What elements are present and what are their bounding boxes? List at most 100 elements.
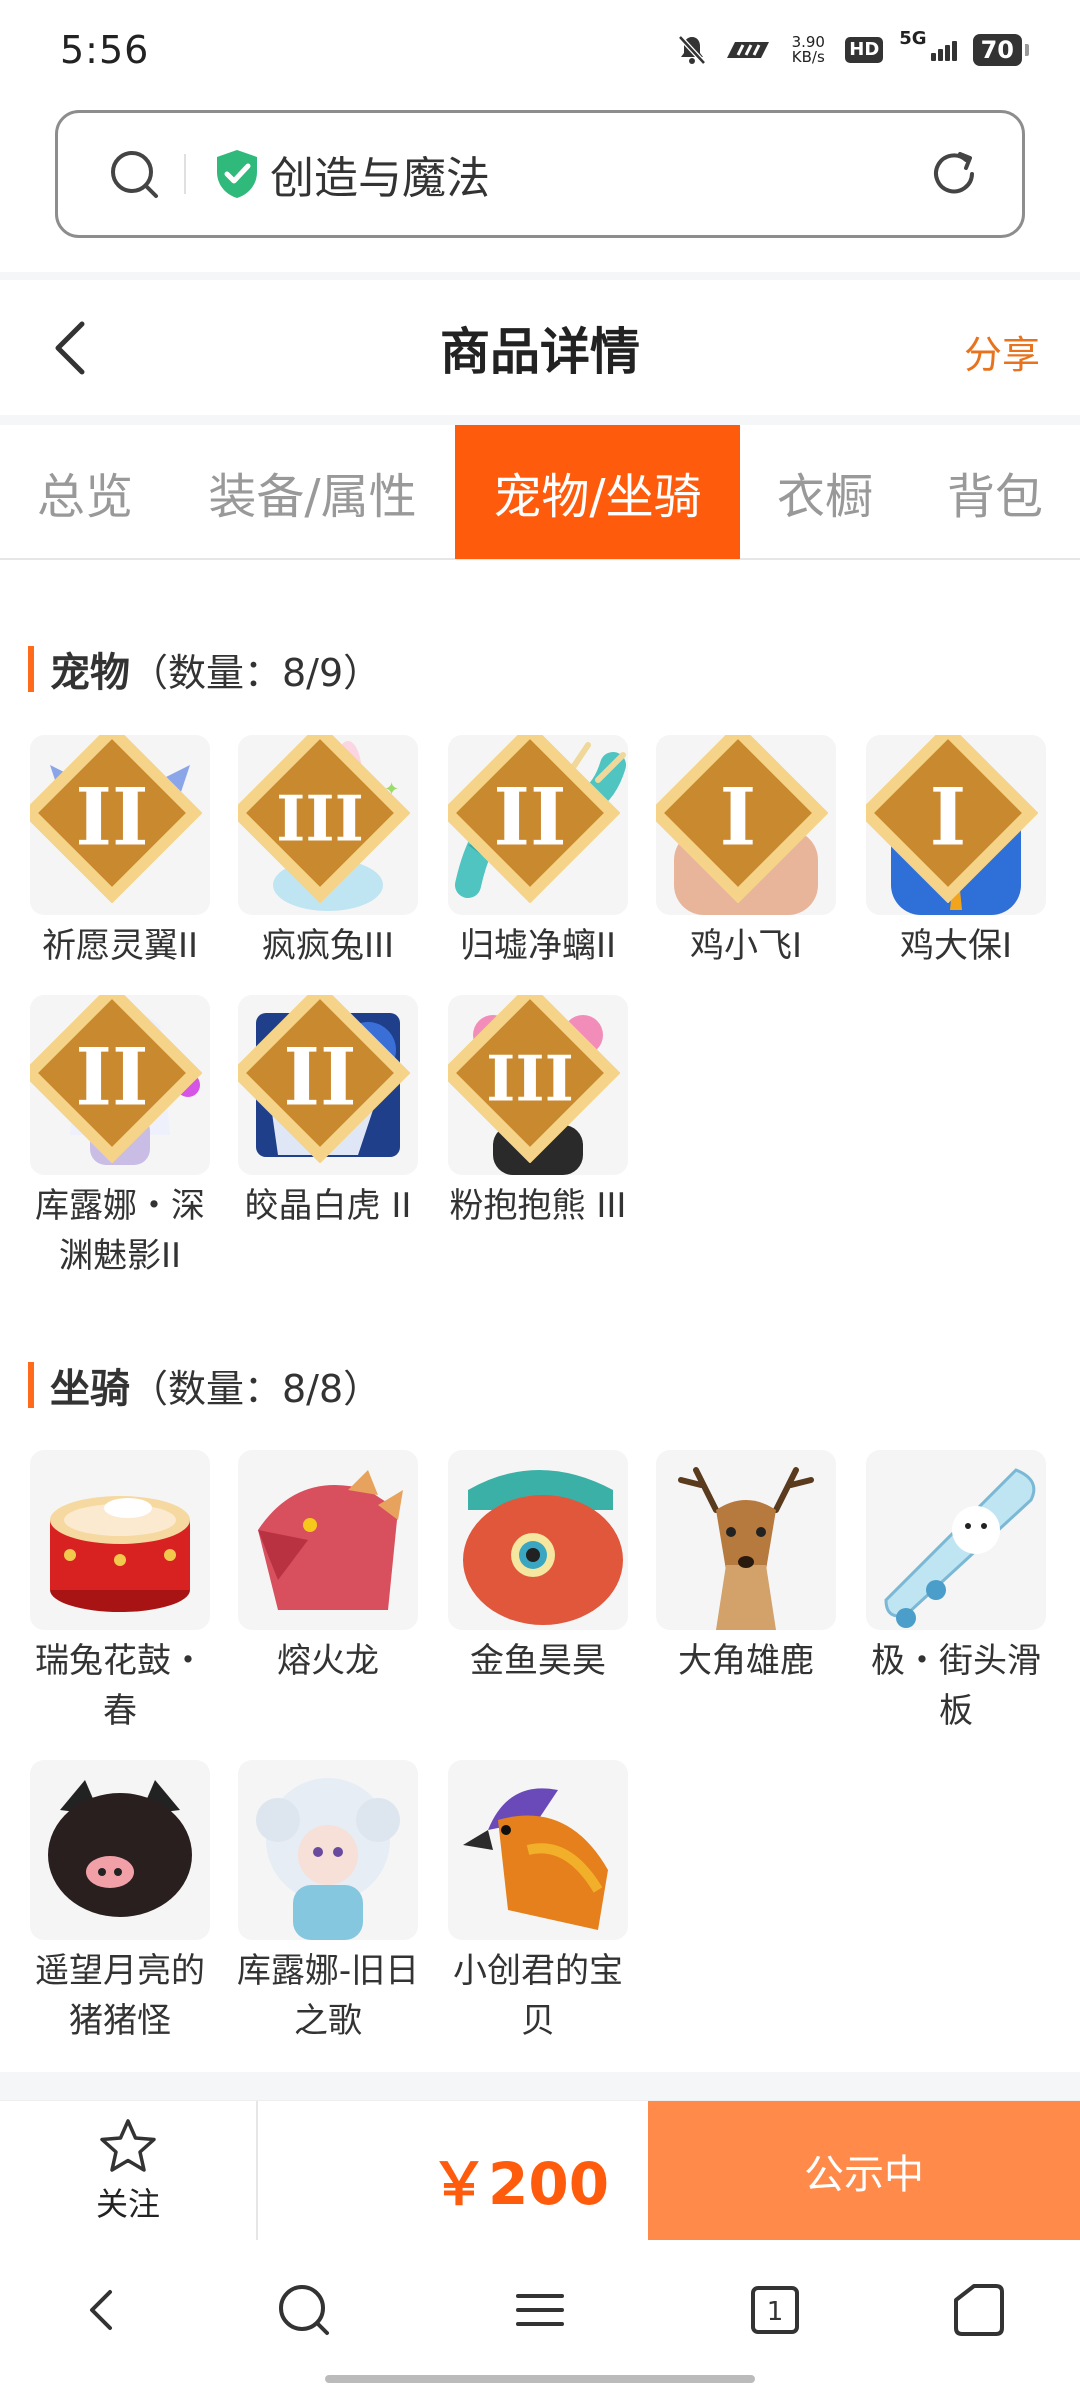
divider: [0, 415, 1080, 425]
item-name: 粉抱抱熊 III: [449, 1186, 627, 1226]
item-name: 鸡小飞I: [689, 926, 803, 966]
pet-item[interactable]: II 皎晶白虎 II: [223, 995, 433, 1231]
network-type: 5G: [899, 27, 927, 49]
pet-item[interactable]: I 鸡小飞I: [641, 735, 851, 971]
status-icons: 3.90 KB/s HD 5G 70: [677, 28, 1030, 66]
tab-wardrobe[interactable]: 衣橱: [740, 425, 910, 559]
tab-label: 宠物/坐骑: [493, 469, 702, 525]
pet-item[interactable]: II 归墟净螭II: [433, 735, 643, 971]
pet-item[interactable]: ✦ ✦ III 疯疯兔III: [223, 735, 433, 971]
shield-check-icon: [217, 150, 257, 198]
mount-item[interactable]: 极・街头滑板: [851, 1450, 1061, 1736]
back-icon[interactable]: [72, 2280, 132, 2340]
mount-item[interactable]: 瑞兔花鼓・春: [15, 1450, 225, 1736]
section-accent-bar: [28, 646, 34, 692]
mount-item[interactable]: 遥望月亮的猪猪怪: [15, 1760, 225, 2046]
mute-icon: [678, 35, 707, 65]
pet-item[interactable]: II 祈愿灵翼II: [15, 735, 225, 971]
hd-badge: HD: [845, 37, 884, 63]
network-speed: 3.90 KB/s: [787, 35, 829, 65]
item-name: 极・街头滑板: [871, 1641, 1041, 1731]
item-name: 熔火龙: [277, 1641, 379, 1681]
griffin-icon: II: [30, 735, 210, 915]
dragon-icon: II: [448, 735, 628, 915]
tiger-icon: II: [238, 995, 418, 1175]
item-name: 瑞兔花鼓・春: [35, 1641, 205, 1731]
follow-button[interactable]: 关注: [0, 2101, 258, 2241]
svg-text:III: III: [276, 781, 364, 855]
item-name: 鸡大保I: [899, 926, 1013, 966]
cell-signal-icon: 5G: [899, 28, 957, 61]
mount-item[interactable]: 金鱼昊昊: [433, 1450, 643, 1686]
page-header: 商品详情 分享: [0, 280, 1080, 415]
tab-label: 背包: [946, 469, 1043, 525]
blue-chick-icon: I: [656, 735, 836, 915]
page-title: 商品详情: [440, 322, 640, 381]
status-time: 5:56: [60, 28, 150, 72]
svg-text:III: III: [486, 1041, 574, 1115]
pet-item[interactable]: II 库露娜・深渊魅影II: [15, 995, 225, 1281]
tab-pets-mounts[interactable]: 宠物/坐骑: [455, 425, 740, 559]
tab-backpack[interactable]: 背包: [910, 425, 1080, 559]
section-name: 坐骑: [50, 1366, 130, 1412]
mount-item[interactable]: 库露娜-旧日之歌: [223, 1760, 433, 2046]
item-name: 遥望月亮的猪猪怪: [35, 1951, 205, 2041]
deer-icon: [656, 1450, 836, 1630]
pets-section-title: 宠物 （数量：8/9）: [28, 640, 381, 698]
rank-badge-icon: II: [238, 995, 410, 1163]
status-bar: 5:56 3.90 KB/s HD 5G 70: [0, 0, 1080, 100]
back-arrow-icon[interactable]: [50, 318, 90, 378]
search-icon[interactable]: [274, 2280, 334, 2340]
section-count: （数量：8/9）: [130, 650, 382, 695]
svg-text:I: I: [930, 772, 967, 863]
section-count: （数量：8/8）: [130, 1366, 382, 1411]
svg-text:II: II: [283, 1032, 356, 1123]
rank-badge-icon: II: [448, 735, 620, 903]
pet-item[interactable]: III 粉抱抱熊 III: [433, 995, 643, 1231]
svg-text:II: II: [75, 772, 148, 863]
mount-item[interactable]: 熔火龙: [223, 1450, 433, 1686]
url-bar[interactable]: 创造与魔法: [55, 110, 1025, 238]
rank-badge-icon: II: [30, 735, 202, 903]
menu-icon[interactable]: [510, 2280, 570, 2340]
bottom-action-bar: 关注 ￥200 公示中: [0, 2100, 1080, 2241]
drum-icon: [30, 1450, 210, 1630]
divider: [0, 2072, 1080, 2100]
item-name: 疯疯兔III: [261, 926, 395, 966]
tab-label: 装备/属性: [208, 469, 417, 525]
svg-text:1: 1: [767, 2297, 784, 2327]
mount-item[interactable]: 大角雄鹿: [641, 1450, 851, 1686]
search-icon[interactable]: [106, 146, 162, 202]
url-text[interactable]: 创造与魔法: [270, 142, 926, 206]
tabs-icon[interactable]: 1: [745, 2280, 805, 2340]
item-name: 金鱼昊昊: [470, 1641, 606, 1681]
skateboard-icon: [866, 1450, 1046, 1630]
reload-icon[interactable]: [926, 146, 982, 202]
blue-bird-icon: I: [866, 735, 1046, 915]
item-name: 皎晶白虎 II: [244, 1186, 412, 1226]
spirit-girl-icon: II: [30, 995, 210, 1175]
rank-badge-icon: III: [238, 735, 410, 903]
tab-label: 衣橱: [776, 469, 873, 525]
tab-equipment[interactable]: 装备/属性: [170, 425, 455, 559]
tab-overview[interactable]: 总览: [0, 425, 170, 559]
item-name: 库露娜・深渊魅影II: [35, 1186, 205, 1276]
speed-unit: KB/s: [791, 48, 825, 66]
mount-item[interactable]: 小创君的宝贝: [433, 1760, 643, 2046]
item-name: 大角雄鹿: [678, 1641, 814, 1681]
rank-badge-icon: III: [448, 995, 620, 1163]
browser-nav-bar: 1: [0, 2240, 1080, 2388]
pig-icon: [30, 1760, 210, 1940]
rank-badge-icon: I: [866, 735, 1038, 903]
pet-item[interactable]: I 鸡大保I: [851, 735, 1061, 971]
signal-logo-icon: [727, 42, 770, 58]
follow-label: 关注: [95, 2185, 160, 2223]
status-button[interactable]: 公示中: [648, 2101, 1080, 2241]
tab-label: 总览: [36, 469, 133, 525]
share-button[interactable]: 分享: [964, 324, 1040, 379]
item-name: 小创君的宝贝: [453, 1951, 623, 2041]
battery-icon: 70: [972, 34, 1030, 66]
home-icon[interactable]: [948, 2280, 1008, 2340]
rabbit-icon: ✦ ✦ III: [238, 735, 418, 915]
gesture-handle: [325, 2375, 755, 2383]
